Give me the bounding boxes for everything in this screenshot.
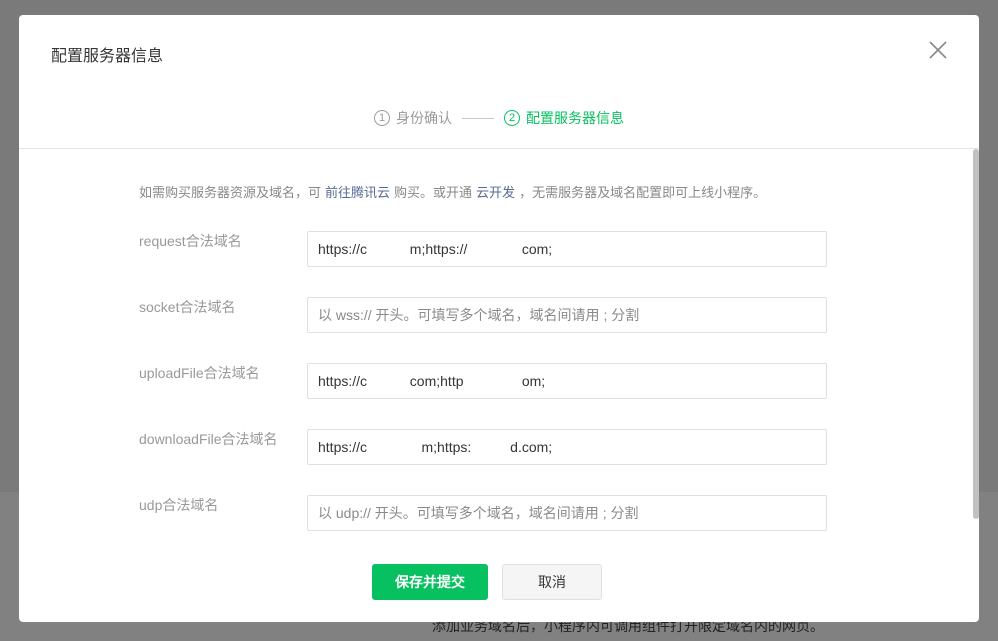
downloadfile-domain-input[interactable] <box>307 429 827 465</box>
dialog-title: 配置服务器信息 <box>51 48 164 65</box>
step-label: 配置服务器信息 <box>526 110 624 126</box>
close-icon[interactable] <box>927 39 949 61</box>
notice-middle: 购买。或开通 <box>394 185 473 200</box>
request-domain-input[interactable] <box>307 231 827 267</box>
uploadfile-domain-input[interactable] <box>307 363 827 399</box>
cancel-button[interactable]: 取消 <box>502 564 602 600</box>
step-config-server: 2 配置服务器信息 <box>504 108 624 128</box>
uploadfile-domain-label: uploadFile合法域名 <box>139 365 260 381</box>
request-domain-label: request合法域名 <box>139 233 242 249</box>
step-indicator: 1 身份确认 2 配置服务器信息 <box>19 107 979 129</box>
downloadfile-domain-row: downloadFile合法域名 <box>139 429 839 465</box>
dialog-buttons: 保存并提交 取消 <box>19 564 979 600</box>
notice-text: 如需购买服务器资源及域名，可 前往腾讯云 购买。或开通 云开发 ，无需服务器及域名配置即… <box>139 182 766 201</box>
request-domain-row: request合法域名 <box>139 231 839 267</box>
downloadfile-domain-label: downloadFile合法域名 <box>139 431 278 447</box>
step-connector <box>462 117 494 119</box>
udp-domain-row: udp合法域名 <box>139 495 839 531</box>
step-number: 2 <box>504 110 520 126</box>
socket-domain-row: socket合法域名 <box>139 297 839 333</box>
socket-domain-input[interactable] <box>307 297 827 333</box>
notice-prefix: 如需购买服务器资源及域名，可 <box>139 185 322 200</box>
cloud-dev-link[interactable]: 云开发 <box>476 185 515 200</box>
config-server-dialog: 配置服务器信息 1 身份确认 2 配置服务器信息 如需购买服务器资源及域名，可前… <box>19 15 979 622</box>
tencent-cloud-link[interactable]: 前往腾讯云 <box>325 185 390 200</box>
header-divider <box>19 148 979 149</box>
udp-domain-label: udp合法域名 <box>139 497 219 513</box>
step-identity: 1 身份确认 <box>374 108 452 128</box>
uploadfile-domain-row: uploadFile合法域名 <box>139 363 839 399</box>
notice-suffix: ，无需服务器及域名配置即可上线小程序。 <box>519 185 767 200</box>
scrollbar[interactable] <box>973 149 979 519</box>
step-number: 1 <box>374 110 390 126</box>
save-submit-button[interactable]: 保存并提交 <box>372 564 488 600</box>
step-label: 身份确认 <box>396 110 452 126</box>
udp-domain-input[interactable] <box>307 495 827 531</box>
socket-domain-label: socket合法域名 <box>139 299 236 315</box>
